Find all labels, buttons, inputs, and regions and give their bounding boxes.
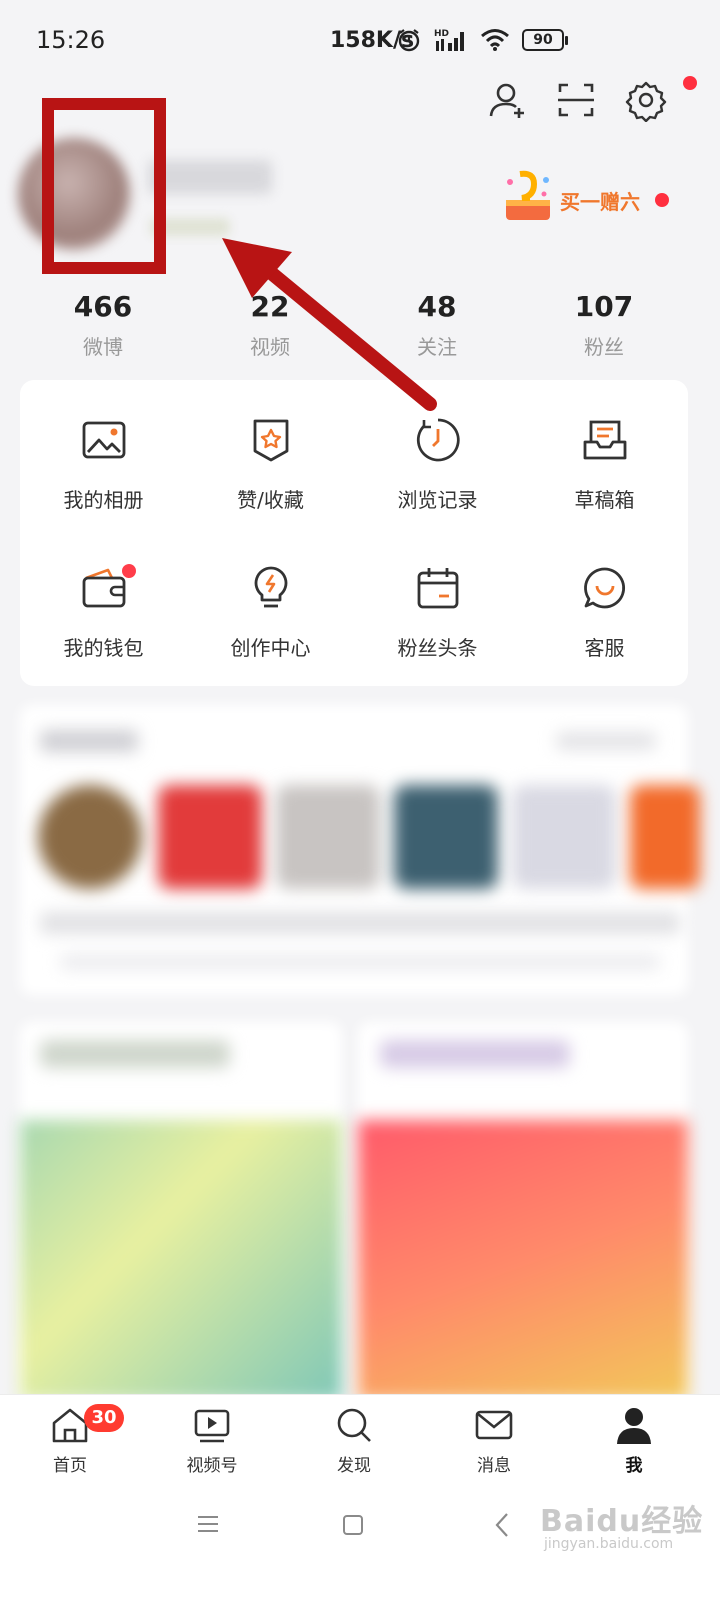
person-icon [617,1408,651,1444]
grid-item-customer-service[interactable]: 客服 [521,528,688,678]
nav-label: 消息 [477,1456,511,1476]
settings-notification-dot [683,76,697,90]
stat-fans[interactable]: 107 粉丝 [544,290,664,360]
stat-label: 视频 [250,335,290,359]
search-icon [337,1408,371,1442]
status-time: 15:26 [36,26,106,54]
anniversary-cake-icon[interactable] [500,170,556,226]
settings-gear-icon[interactable] [624,78,668,122]
customer-service-icon [584,567,626,609]
nav-label: 我 [625,1456,643,1476]
menu-icon[interactable] [196,1512,220,1536]
grid-label: 粉丝头条 [397,636,478,660]
grid-label: 草稿箱 [574,488,635,512]
blurred-thumb [38,785,142,889]
grid-label: 我的钱包 [63,636,144,660]
blurred-see-more [556,732,656,750]
username-blurred[interactable] [148,160,272,194]
alarm-icon [398,29,420,52]
stat-videos[interactable]: 22 视频 [210,290,330,360]
wallet-icon [82,568,126,608]
status-icons: HD 90 [396,24,568,56]
quick-actions-card: 我的相册 赞/收藏 浏览记录 草稿箱 我的钱包 创作中心 粉丝头条 客服 [20,380,688,686]
wifi-icon [481,29,509,51]
blurred-card-title [380,1040,570,1068]
grid-item-history[interactable]: 浏览记录 [354,380,521,530]
grid-item-wallet[interactable]: 我的钱包 [20,528,187,678]
nav-label: 首页 [53,1456,87,1476]
photo-album-icon [82,421,126,459]
stat-value: 466 [73,290,133,323]
status-bar: 15:26 158K/s HD 90 [0,0,720,86]
stat-label: 关注 [417,335,457,359]
wallet-notification-dot [122,564,136,578]
nav-discover[interactable]: 发现 [294,1395,414,1485]
blurred-thumb [276,785,380,889]
video-icon [194,1409,230,1443]
grid-label: 我的相册 [63,488,144,512]
blurred-thumb [394,785,498,889]
nav-messages[interactable]: 消息 [434,1395,554,1485]
watermark-url: jingyan.baidu.com [544,1536,674,1552]
drafts-box-icon [583,420,627,460]
baidu-watermark: Baidu经验 jingyan.baidu.com [540,1496,704,1552]
signal-icon: HD [434,29,464,51]
mail-icon [475,1410,513,1440]
nav-me[interactable]: 我 [574,1395,694,1485]
nav-label: 视频号 [186,1456,238,1476]
stat-value: 107 [574,290,634,323]
stat-label: 微博 [83,335,123,359]
blurred-captions [40,912,680,934]
calendar-icon [417,568,459,609]
nav-video[interactable]: 视频号 [152,1395,272,1485]
home-square-icon[interactable] [342,1514,364,1536]
blurred-thumb [630,785,700,889]
promo-notification-dot [655,193,669,207]
stat-following[interactable]: 48 关注 [377,290,497,360]
grid-label: 浏览记录 [397,488,478,512]
battery-indicator: 90 [522,29,568,51]
grid-label: 创作中心 [230,636,311,660]
favorites-icon [253,419,289,462]
blurred-card-image [20,1120,342,1400]
add-friend-icon[interactable] [486,78,530,122]
watermark-brand: Baidu经验 [540,1504,704,1539]
promo-text[interactable]: 买一赠六 [560,186,640,215]
grid-item-photo-album[interactable]: 我的相册 [20,380,187,530]
grid-item-fan-headline[interactable]: 粉丝头条 [354,528,521,678]
blurred-card-image [358,1120,688,1400]
nav-label: 发现 [337,1456,371,1476]
home-unread-badge: 30 [84,1404,124,1432]
blurred-thumb [158,785,262,889]
blurred-thumb [512,785,616,889]
grid-item-favorites[interactable]: 赞/收藏 [187,380,354,530]
scan-icon[interactable] [554,78,598,122]
home-icon [52,1408,88,1443]
svg-text:HD: HD [434,29,449,39]
blurred-subcaptions [60,954,660,970]
stat-weibo[interactable]: 466 微博 [43,290,163,360]
blurred-section-title [40,730,138,752]
annotation-highlight-box [42,98,166,274]
stat-value: 22 [250,290,290,323]
history-clock-icon [416,418,460,462]
grid-label: 客服 [584,636,625,660]
grid-item-creator-center[interactable]: 创作中心 [187,528,354,678]
stat-label: 粉丝 [584,335,624,359]
stat-value: 48 [417,290,457,323]
blurred-card-title [40,1040,230,1068]
grid-label: 赞/收藏 [237,488,304,512]
lightbulb-icon [254,566,288,608]
grid-item-drafts[interactable]: 草稿箱 [521,380,688,530]
back-chevron-icon[interactable] [492,1512,512,1538]
